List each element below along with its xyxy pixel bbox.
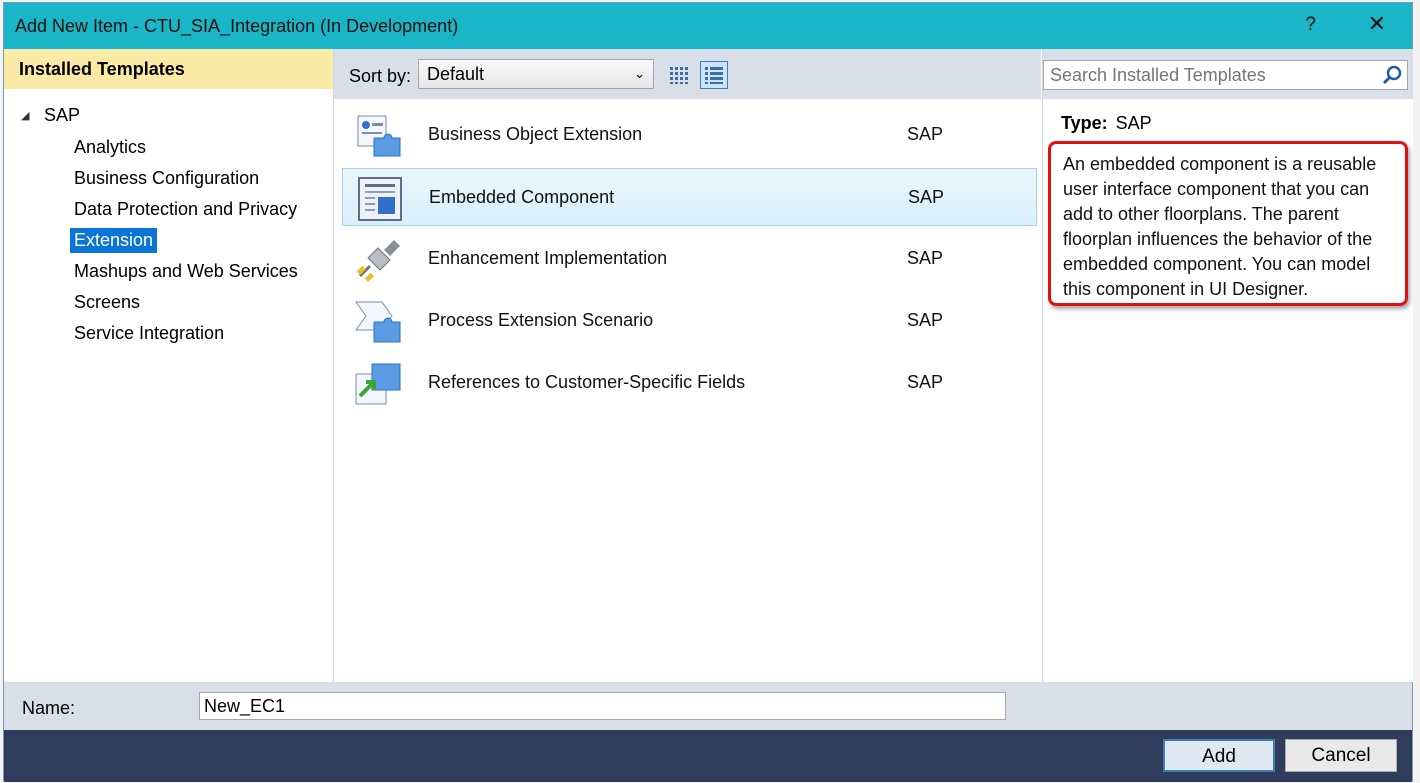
small-icons-view-button[interactable] [665, 61, 693, 89]
dialog-footer: Add Cancel [4, 730, 1412, 782]
template-row-process-extension-scenario[interactable]: Process Extension Scenario SAP [342, 292, 1037, 350]
field-reference-icon [355, 363, 401, 405]
type-value: SAP [1115, 113, 1152, 133]
tree-item-analytics[interactable]: Analytics [70, 135, 150, 160]
tree-node-label: SAP [44, 105, 81, 125]
sort-by-label: Sort by: [349, 66, 412, 86]
template-row-embedded-component[interactable]: Embedded Component SAP [342, 168, 1037, 226]
template-name: Embedded Component [429, 187, 615, 207]
template-row-enhancement-implementation[interactable]: Enhancement Implementation SAP [342, 230, 1037, 288]
details-list-icon [705, 67, 723, 84]
add-button[interactable]: Add [1163, 739, 1275, 772]
tree-item-service-integration[interactable]: Service Integration [70, 321, 228, 346]
help-button[interactable]: ? [1305, 14, 1316, 36]
tree-node-sap[interactable]: ◢ SAP [21, 105, 80, 126]
embedded-component-icon [358, 177, 402, 221]
close-button[interactable]: ✕ [1368, 11, 1386, 37]
search-input[interactable] [1044, 61, 1372, 89]
name-bar: Name: [4, 682, 1412, 730]
template-name: Process Extension Scenario [428, 310, 654, 330]
template-description: An embedded component is a reusable user… [1048, 141, 1408, 306]
tree-item-business-configuration[interactable]: Business Configuration [70, 166, 263, 191]
details-view-button[interactable] [700, 61, 728, 89]
installed-templates-header: Installed Templates [4, 49, 333, 89]
template-name: References to Customer-Specific Fields [428, 372, 746, 392]
template-type: SAP [907, 124, 944, 144]
sort-by-value: Default [427, 64, 485, 84]
plug-icon [356, 240, 400, 282]
template-type: SAP [908, 187, 945, 207]
templates-tree-panel: Installed Templates ◢ SAP Analytics Busi… [4, 49, 334, 682]
add-new-item-dialog: Add New Item - CTU_SIA_Integration (In D… [3, 2, 1413, 782]
search-icon[interactable] [1381, 64, 1403, 86]
template-type: SAP [907, 310, 944, 330]
search-toolbar [1043, 49, 1413, 99]
chevron-down-icon: ⌄ [634, 66, 645, 81]
type-label: Type: [1061, 113, 1108, 133]
business-object-extension-icon [357, 115, 401, 157]
template-type-line: Type: SAP [1061, 113, 1152, 134]
small-icons-icon [670, 67, 688, 84]
tree-item-mashups[interactable]: Mashups and Web Services [70, 259, 302, 284]
process-extension-icon [355, 301, 401, 343]
tree-item-data-protection[interactable]: Data Protection and Privacy [70, 197, 301, 222]
collapse-triangle-icon[interactable]: ◢ [21, 109, 44, 122]
sort-toolbar: Sort by: Default ⌄ [334, 49, 1041, 99]
template-type: SAP [907, 372, 944, 392]
sort-by-dropdown[interactable]: Default ⌄ [418, 59, 654, 89]
templates-list-panel: Sort by: Default ⌄ Business Object Exten… [334, 49, 1041, 682]
title-bar: Add New Item - CTU_SIA_Integration (In D… [4, 3, 1412, 49]
tree-item-extension[interactable]: Extension [70, 228, 158, 253]
template-type: SAP [907, 248, 944, 268]
template-name: Business Object Extension [428, 124, 643, 144]
cancel-button[interactable]: Cancel [1285, 739, 1397, 772]
template-row-business-object-extension[interactable]: Business Object Extension SAP [342, 106, 1037, 164]
template-row-references-customer-fields[interactable]: References to Customer-Specific Fields S… [342, 354, 1037, 412]
template-name: Enhancement Implementation [428, 248, 668, 268]
details-panel: Type: SAP An embedded component is a reus… [1042, 49, 1413, 682]
name-input[interactable] [199, 692, 1006, 720]
template-list: Business Object Extension SAP Embedded C… [334, 99, 1041, 682]
search-box [1043, 60, 1408, 90]
name-label: Name: [22, 698, 76, 718]
dialog-title: Add New Item - CTU_SIA_Integration (In D… [15, 16, 459, 36]
tree-item-screens[interactable]: Screens [70, 290, 144, 315]
